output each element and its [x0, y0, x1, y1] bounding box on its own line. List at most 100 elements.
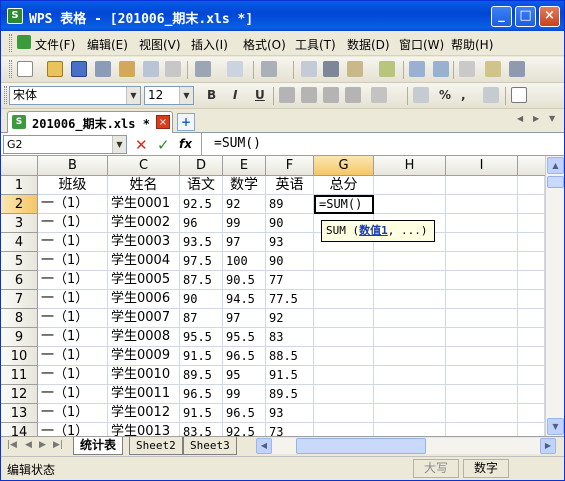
grid-cell[interactable]: 一（1） — [38, 290, 108, 309]
tooltip-argument[interactable]: 数值1 — [359, 224, 388, 237]
maximize-button[interactable]: □ — [515, 6, 536, 27]
grid-cell[interactable]: 97 — [223, 233, 266, 252]
grid-cell[interactable]: 一（1） — [38, 385, 108, 404]
menu-view[interactable]: 视图(V) — [139, 36, 181, 53]
menu-window[interactable]: 窗口(W) — [399, 36, 444, 53]
grid-cell[interactable]: 89 — [266, 195, 314, 214]
grid-cell[interactable]: 91.5 — [180, 347, 223, 366]
next-sheet-icon[interactable]: ▶ — [39, 440, 46, 450]
column-header-f[interactable]: F — [266, 156, 314, 176]
grid-cell[interactable]: 学生0005 — [108, 271, 180, 290]
menu-file[interactable]: 文件(F) — [35, 36, 75, 53]
grid-cell[interactable]: 一（1） — [38, 271, 108, 290]
grid-cell[interactable]: 一（1） — [38, 423, 108, 436]
column-header-e[interactable]: E — [223, 156, 266, 176]
scroll-right-icon[interactable]: ▶ — [540, 438, 556, 454]
insert-function-icon[interactable]: fx — [179, 137, 192, 151]
scroll-down-icon[interactable]: ▼ — [547, 418, 564, 435]
underline-button[interactable]: U — [255, 88, 265, 102]
sheet-tab-stats[interactable]: 统计表 — [73, 437, 124, 455]
row-header[interactable]: 10 — [1, 347, 38, 366]
grid-cell[interactable] — [314, 328, 374, 347]
grid-cell[interactable] — [374, 252, 446, 271]
grid-cell[interactable]: 数学 — [223, 176, 266, 195]
row-header[interactable]: 3 — [1, 214, 38, 233]
grid-cell[interactable] — [374, 309, 446, 328]
grid-cell[interactable]: 93 — [266, 233, 314, 252]
grid-cell[interactable] — [374, 328, 446, 347]
grid-cell[interactable]: 学生0002 — [108, 214, 180, 233]
borders-icon[interactable] — [511, 87, 527, 103]
grid-cell[interactable]: 99 — [223, 385, 266, 404]
grid-cell[interactable]: 96.5 — [223, 347, 266, 366]
grid-cell[interactable] — [518, 290, 545, 309]
grid-cell[interactable]: 100 — [223, 252, 266, 271]
first-sheet-icon[interactable]: |◀ — [7, 440, 17, 450]
align-left-icon[interactable] — [279, 87, 295, 103]
grid-cell[interactable]: 92 — [223, 195, 266, 214]
menu-data[interactable]: 数据(D) — [347, 36, 390, 53]
toolbar-grip-icon[interactable] — [9, 60, 12, 78]
grid-cell[interactable]: 学生0004 — [108, 252, 180, 271]
grid-cell[interactable] — [374, 366, 446, 385]
permission-icon[interactable] — [119, 61, 135, 77]
currency-icon[interactable] — [413, 87, 429, 103]
grid-cell[interactable] — [518, 328, 545, 347]
grid-cell[interactable] — [446, 309, 518, 328]
grid-cell[interactable]: 一（1） — [38, 252, 108, 271]
grid-cell[interactable] — [446, 366, 518, 385]
bold-button[interactable]: B — [207, 88, 216, 102]
grid-cell[interactable]: 一（1） — [38, 233, 108, 252]
menu-format[interactable]: 格式(O) — [243, 36, 286, 53]
print-preview-icon[interactable] — [227, 61, 243, 77]
grid-cell[interactable] — [518, 385, 545, 404]
decrease-decimal-icon[interactable] — [483, 87, 499, 103]
minimize-button[interactable]: _ — [491, 6, 512, 27]
document-tab[interactable]: S 201006_期末.xls * × — [7, 111, 173, 133]
grid-cell[interactable]: 88.5 — [266, 347, 314, 366]
grid-cell[interactable]: 89.5 — [266, 385, 314, 404]
grid-cell[interactable] — [446, 252, 518, 271]
font-size-select[interactable]: 12 ▼ — [144, 86, 194, 105]
confirm-formula-icon[interactable]: ✓ — [157, 136, 170, 154]
grid-cell[interactable]: 83 — [266, 328, 314, 347]
grid-cell[interactable]: 语文 — [180, 176, 223, 195]
grid-cell[interactable] — [446, 176, 518, 195]
grid-cell[interactable]: 学生0010 — [108, 366, 180, 385]
scroll-up-icon[interactable]: ▲ — [547, 157, 564, 174]
grid-cell[interactable]: 96 — [180, 214, 223, 233]
cancel-formula-icon[interactable]: ✕ — [135, 136, 148, 154]
grid-cell[interactable] — [374, 176, 446, 195]
scroll-tabs-right-icon[interactable]: ▶ — [533, 114, 539, 123]
grid-cell[interactable]: 73 — [266, 423, 314, 436]
grid-cell[interactable] — [314, 404, 374, 423]
grid-cell[interactable] — [518, 423, 545, 436]
grid-cell[interactable] — [518, 233, 545, 252]
grid-cell[interactable]: 学生0001 — [108, 195, 180, 214]
grid-cell[interactable]: 一（1） — [38, 347, 108, 366]
grid-cell[interactable] — [374, 423, 446, 436]
grid-cell[interactable]: 93.5 — [180, 233, 223, 252]
vertical-scrollbar[interactable]: ▲ ▼ — [545, 156, 564, 436]
grid-cell[interactable] — [446, 233, 518, 252]
grid-cell[interactable] — [374, 404, 446, 423]
grid-cell[interactable]: 95.5 — [223, 328, 266, 347]
last-sheet-icon[interactable]: ▶| — [53, 440, 63, 450]
grid-cell[interactable]: 学生0011 — [108, 385, 180, 404]
row-header[interactable]: 6 — [1, 271, 38, 290]
grid-cell[interactable]: 90 — [266, 214, 314, 233]
format-grip-icon[interactable] — [4, 86, 7, 104]
grid-cell[interactable]: 92.5 — [223, 423, 266, 436]
row-header[interactable]: 11 — [1, 366, 38, 385]
grid-cell[interactable]: 95 — [223, 366, 266, 385]
open-folder-icon[interactable] — [47, 61, 63, 77]
row-header[interactable]: 1 — [1, 176, 38, 195]
grid-cell[interactable] — [518, 214, 545, 233]
font-name-select[interactable]: 宋体 ▼ — [9, 86, 141, 105]
grid-cell[interactable] — [374, 290, 446, 309]
grid-cell[interactable]: 99 — [223, 214, 266, 233]
grid-cell[interactable] — [446, 328, 518, 347]
grid-cell[interactable] — [446, 423, 518, 436]
grid-cell[interactable]: 77.5 — [266, 290, 314, 309]
grid-cell[interactable] — [518, 195, 545, 214]
